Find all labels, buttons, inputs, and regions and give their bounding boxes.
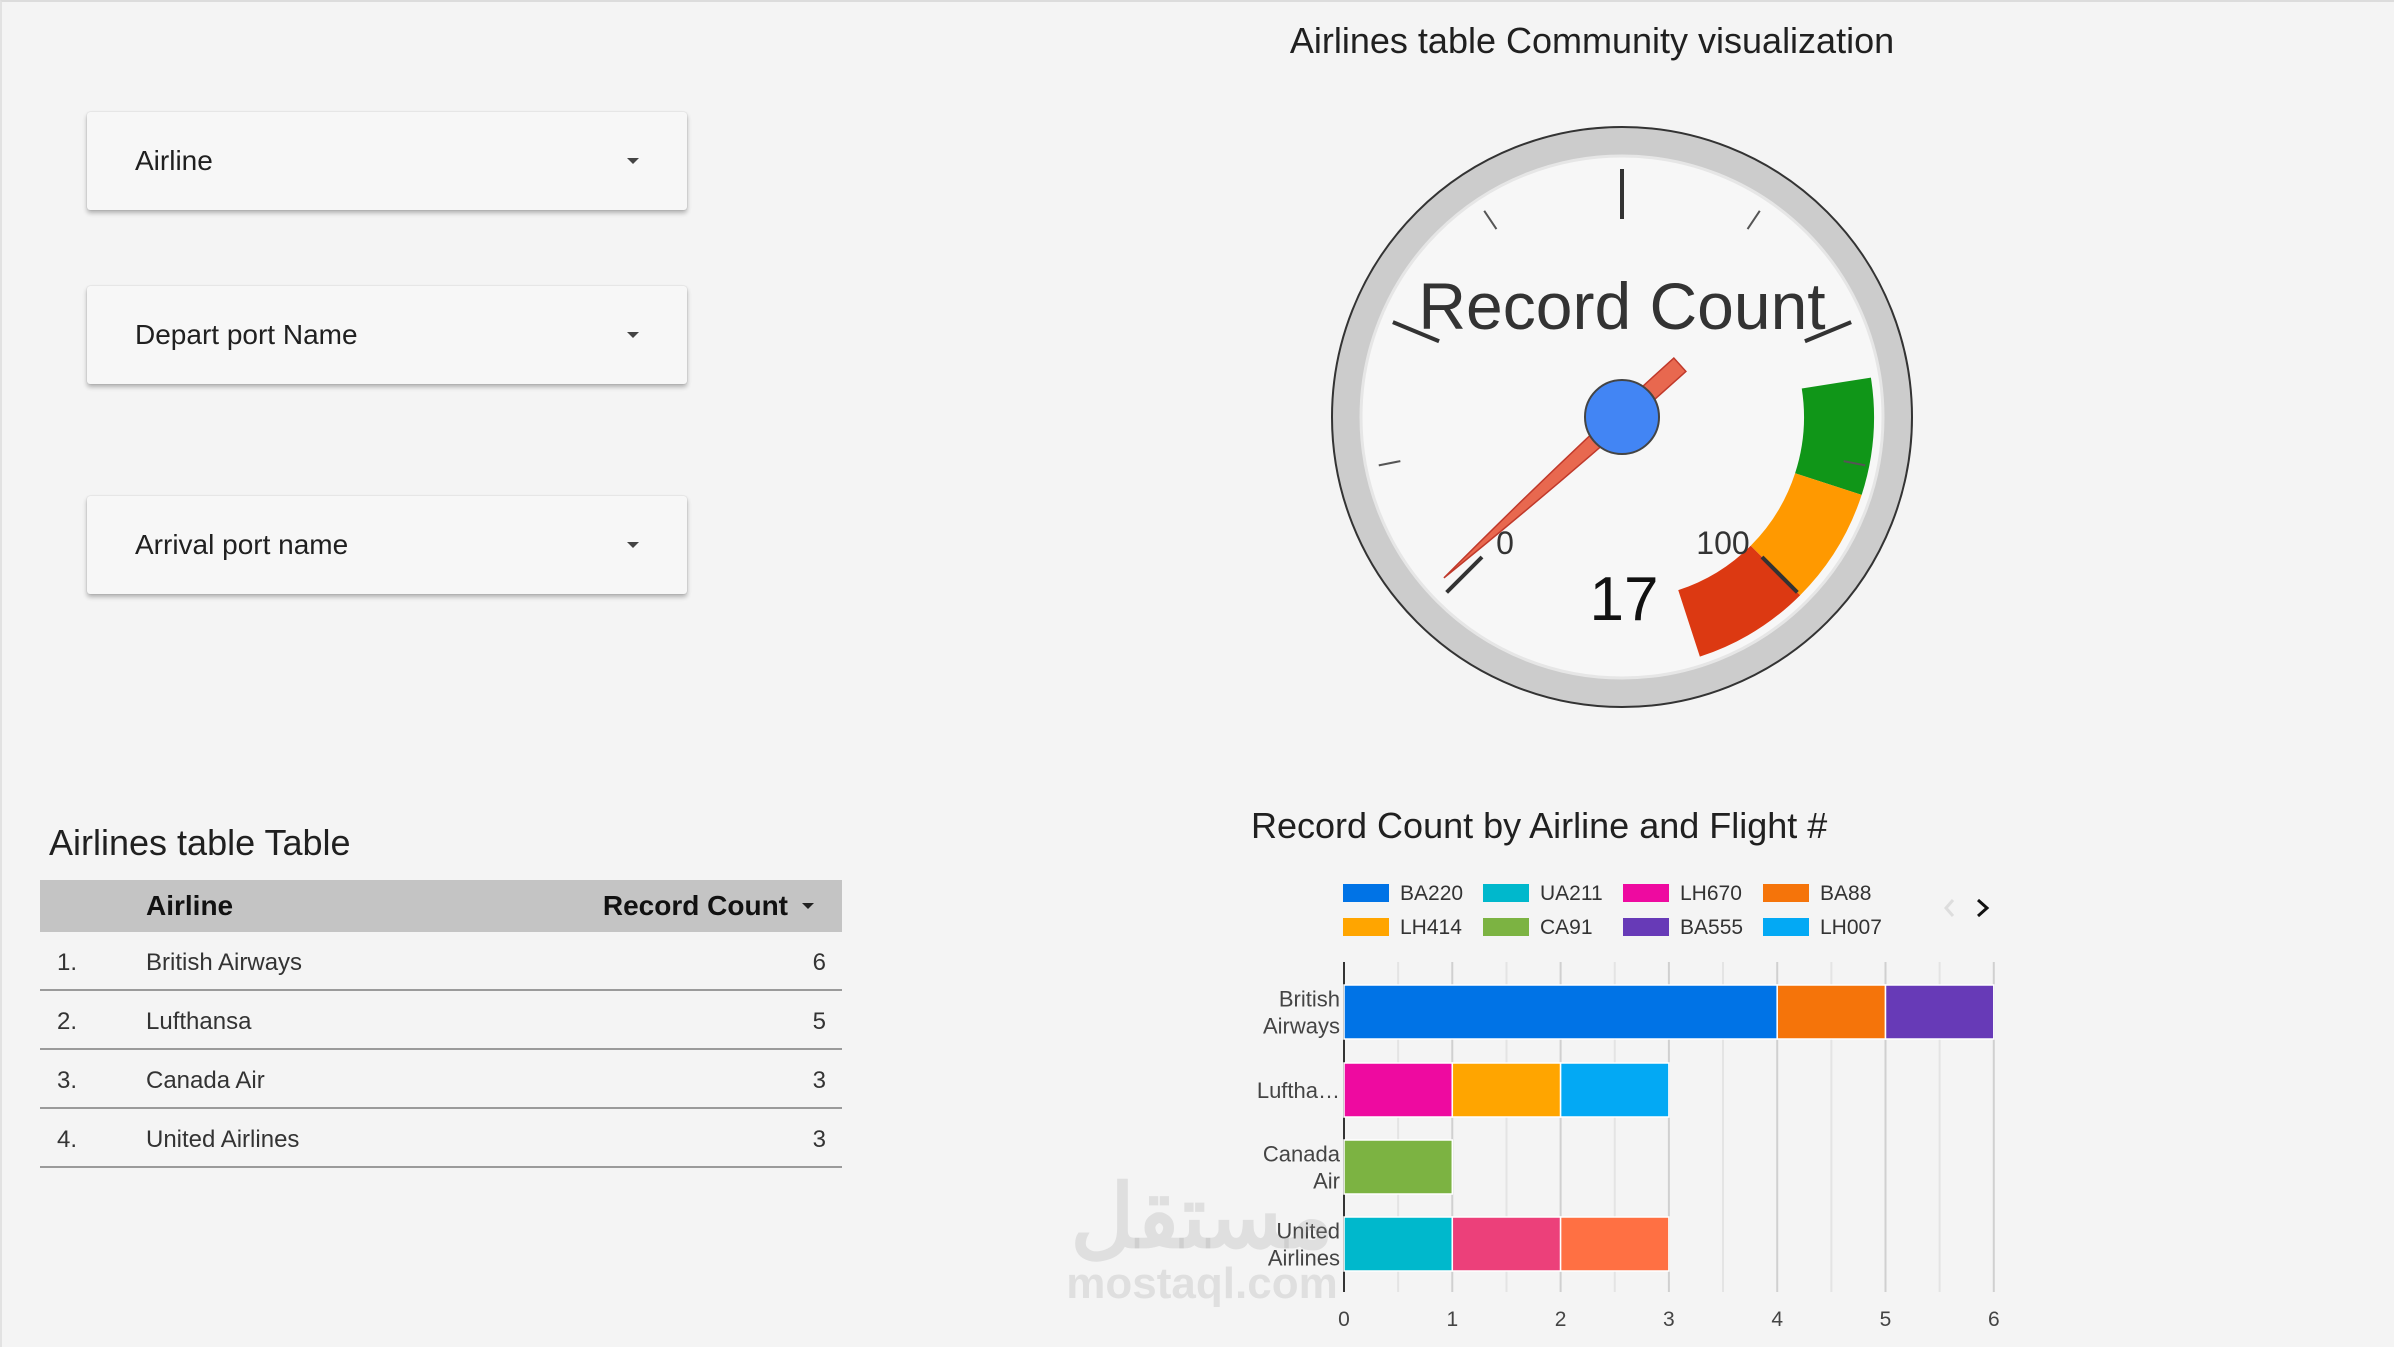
chart-legend: BA220 UA211 LH670 BA88 LH414 CA91 BA555 LH007 [1343,882,1882,939]
legend-item[interactable]: BA555 [1623,916,1743,939]
bar-segment[interactable] [1343,1139,1454,1195]
table-row: 1. British Airways 6 [40,932,842,991]
legend-label: CA91 [1540,916,1593,939]
stacked-bar-chart: BA220 UA211 LH670 BA88 LH414 CA91 BA555 LH007 B… [1257,882,2000,1331]
chevron-down-icon [627,332,639,338]
gauge-hub [1584,379,1660,455]
legend-label: BA555 [1680,916,1743,939]
table-row: 2. Lufthansa 5 [40,991,842,1050]
legend-swatch [1763,884,1809,902]
category-label: British [1279,987,1340,1012]
category-label: Airways [1263,1014,1340,1039]
column-header-airline[interactable]: Airline [146,890,233,922]
row-count: 3 [812,1126,826,1153]
row-count: 5 [812,1008,826,1035]
bar-segment[interactable] [1343,1062,1454,1118]
gauge-label: Record Count [1418,269,1825,343]
x-tick-label: 4 [1771,1308,1783,1331]
gauge-value: 17 [1590,565,1659,634]
legend-prev-page-icon[interactable] [1944,899,1955,917]
chart-x-tick-labels: 0 1 2 3 4 5 6 [1338,1308,1999,1331]
legend-label: BA88 [1820,882,1871,905]
table-header: Airline Record Count [40,880,842,932]
bar-segment[interactable] [1776,984,1887,1040]
column-header-record-count[interactable]: Record Count [603,890,814,922]
row-index: 1. [57,949,78,976]
legend-item[interactable]: LH007 [1763,916,1882,939]
record-count-gauge: Record Count 0 100 17 [1331,126,1913,708]
filter-label: Arrival port name [135,529,349,560]
legend-item[interactable]: BA220 [1343,882,1463,905]
category-label: Canada [1263,1142,1341,1167]
legend-label: BA220 [1400,882,1463,905]
legend-label: LH007 [1820,916,1882,939]
x-tick-label: 6 [1988,1308,2000,1331]
row-count: 3 [812,1067,826,1094]
bar-segment[interactable] [1451,1216,1562,1272]
row-airline: Canada Air [146,1067,265,1094]
dashboard-page: Airline Depart port Name Arrival port na… [0,0,2394,1347]
category-label: Luftha… [1257,1078,1340,1103]
legend-label: LH670 [1680,882,1742,905]
bar-segment[interactable] [1884,984,1995,1040]
watermark-arabic: مستقل [1070,1167,1334,1266]
watermark: مستقل mostaql.com [1052,1172,1352,1306]
depart-port-filter-dropdown[interactable]: Depart port Name [87,286,687,384]
row-airline: British Airways [146,949,303,976]
bar-segment[interactable] [1559,1062,1670,1118]
bar-chart-title: Record Count by Airline and Flight # [1251,805,1828,846]
sort-desc-icon [802,903,814,909]
gauge-max-label: 100 [1696,525,1749,561]
legend-swatch [1483,918,1529,936]
airlines-table: Airline Record Count 1. British Airways … [40,880,842,1168]
chevron-down-icon [627,542,639,548]
table-title: Airlines table Table [49,822,351,863]
filter-label: Airline [135,145,213,176]
column-header-label: Record Count [602,890,788,921]
legend-label: LH414 [1400,916,1462,939]
legend-item[interactable]: UA211 [1483,882,1603,905]
bar-segment[interactable] [1559,1216,1670,1272]
x-tick-label: 2 [1555,1308,1567,1331]
legend-item[interactable]: BA88 [1763,882,1871,905]
x-tick-label: 0 [1338,1308,1350,1331]
legend-label: UA211 [1540,882,1603,905]
row-airline: Lufthansa [146,1008,252,1035]
x-tick-label: 3 [1663,1308,1675,1331]
legend-item[interactable]: CA91 [1483,916,1593,939]
legend-swatch [1763,918,1809,936]
watermark-latin: mostaql.com [1066,1259,1338,1308]
legend-swatch [1343,918,1389,936]
gauge-title: Airlines table Community visualization [1289,20,1895,61]
row-airline: United Airlines [146,1126,300,1153]
legend-next-page-icon[interactable] [1977,898,1990,918]
x-tick-label: 1 [1446,1308,1458,1331]
legend-swatch [1483,884,1529,902]
arrival-port-filter-dropdown[interactable]: Arrival port name [87,496,687,594]
row-index: 3. [57,1067,78,1094]
x-tick-label: 5 [1880,1308,1892,1331]
bar-segment[interactable] [1343,1216,1454,1272]
legend-item[interactable]: LH670 [1623,882,1742,905]
legend-item[interactable]: LH414 [1343,916,1462,939]
filter-label: Depart port Name [135,319,358,350]
chevron-down-icon [627,158,639,164]
row-index: 2. [57,1008,78,1035]
row-count: 6 [812,949,826,976]
bar-segment[interactable] [1343,984,1778,1040]
legend-swatch [1623,884,1669,902]
airline-filter-dropdown[interactable]: Airline [87,112,687,210]
table-row: 3. Canada Air 3 [40,1050,842,1109]
table-row: 4. United Airlines 3 [40,1109,842,1168]
legend-swatch [1623,918,1669,936]
row-index: 4. [57,1126,78,1153]
legend-swatch [1343,884,1389,902]
bar-segment[interactable] [1451,1062,1562,1118]
